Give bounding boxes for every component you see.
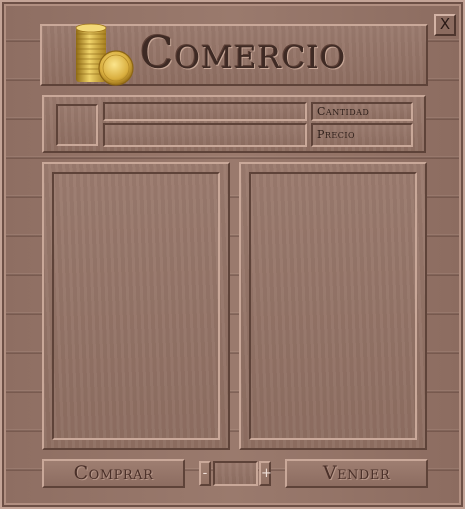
coins-icon — [75, 23, 134, 86]
merchant-inventory-grid[interactable] — [52, 172, 220, 440]
trade-window: Comercio X Cantidad Precio Comprar - + V… — [0, 0, 465, 509]
decrease-amount-button[interactable]: - — [199, 461, 211, 486]
buy-button[interactable]: Comprar — [42, 459, 185, 488]
price-label: Precio — [317, 128, 356, 141]
item-slot[interactable] — [56, 104, 98, 146]
price-field: Precio — [311, 123, 413, 147]
player-inventory-grid[interactable] — [249, 172, 417, 440]
item-description-field — [103, 123, 307, 147]
quantity-field: Cantidad — [311, 102, 413, 121]
item-name-field — [103, 102, 307, 121]
close-icon: X — [439, 15, 451, 33]
sell-button[interactable]: Vender — [285, 459, 428, 488]
close-button[interactable]: X — [434, 14, 456, 36]
increase-amount-button[interactable]: + — [259, 461, 272, 486]
quantity-label: Cantidad — [317, 105, 370, 118]
window-title: Comercio — [140, 28, 347, 79]
amount-input[interactable] — [213, 461, 258, 486]
